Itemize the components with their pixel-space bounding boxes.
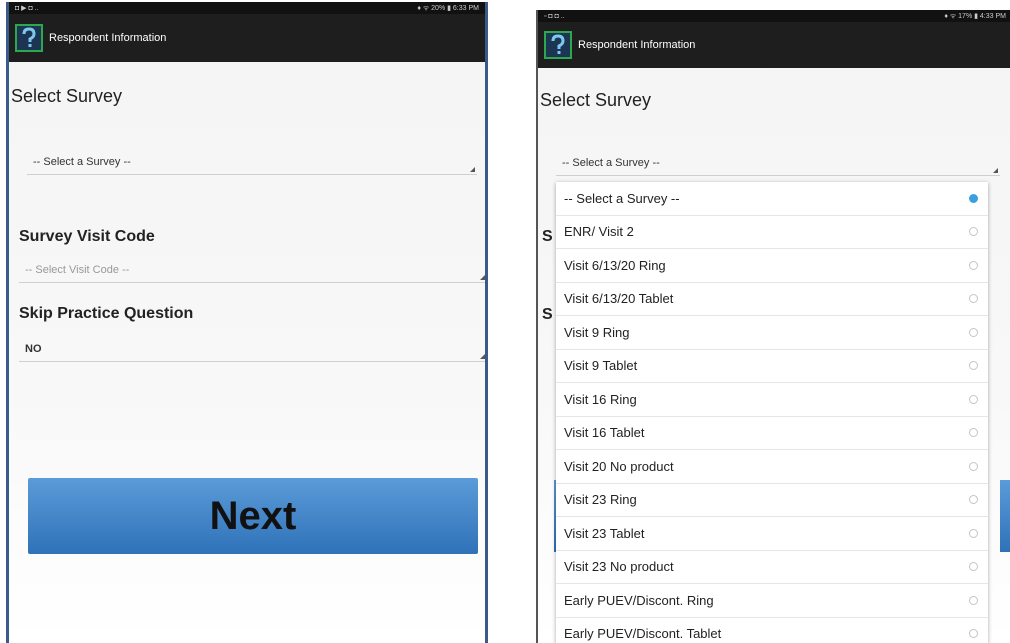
spinner-corner-icon <box>993 168 998 173</box>
dropdown-option[interactable]: Visit 6/13/20 Ring <box>556 249 988 283</box>
status-icons-right: ♦ ᯤ 20% ▮ 6:33 PM <box>417 4 479 12</box>
select-survey-title: Select Survey <box>11 86 123 106</box>
next-button[interactable]: Next <box>28 478 478 554</box>
dropdown-option[interactable]: Visit 20 No product <box>556 450 988 484</box>
dropdown-option[interactable]: Visit 9 Ring <box>556 316 988 350</box>
dropdown-option[interactable]: Visit 9 Tablet <box>556 350 988 383</box>
dropdown-option[interactable]: Visit 16 Ring <box>556 383 988 417</box>
app-bar: Respondent Information <box>9 14 485 62</box>
visit-code-label: Survey Visit Code <box>19 228 155 245</box>
survey-spinner-value: -- Select a Survey -- <box>562 157 660 169</box>
radio-selected-icon <box>969 193 978 203</box>
radio-icon <box>969 495 978 505</box>
survey-spinner[interactable]: -- Select a Survey -- <box>556 151 1000 176</box>
dropdown-option[interactable]: ENR/ Visit 2 <box>556 216 988 249</box>
next-button-peek <box>1000 480 1010 552</box>
dropdown-option[interactable]: Visit 23 No product <box>556 551 988 584</box>
question-mark-logo-icon <box>544 31 572 59</box>
survey-spinner-value: -- Select a Survey -- <box>33 156 131 168</box>
dropdown-option[interactable]: Early PUEV/Discont. Ring <box>556 584 988 618</box>
radio-icon <box>969 227 978 237</box>
spinner-corner-icon <box>480 354 485 359</box>
radio-icon <box>969 294 978 304</box>
survey-spinner[interactable]: -- Select a Survey -- <box>27 150 477 175</box>
radio-icon <box>969 562 978 572</box>
radio-icon <box>969 428 978 438</box>
radio-icon <box>969 461 978 471</box>
next-button-label: Next <box>209 493 297 538</box>
radio-icon <box>969 629 978 639</box>
dropdown-option[interactable]: Visit 23 Tablet <box>556 517 988 551</box>
status-bar: ▫ ◘ ◘ .. ♦ ᯤ 17% ▮ 4:33 PM <box>538 10 1010 22</box>
question-mark-logo-icon <box>15 24 43 52</box>
radio-icon <box>969 595 978 605</box>
visit-code-spinner[interactable]: -- Select Visit Code -- <box>19 258 485 283</box>
visit-code-placeholder: -- Select Visit Code -- <box>25 264 130 276</box>
status-icons-right: ♦ ᯤ 17% ▮ 4:33 PM <box>944 12 1006 20</box>
skip-practice-label: Skip Practice Question <box>19 305 194 322</box>
skip-practice-spinner[interactable]: NO <box>19 337 485 362</box>
right-screen: ▫ ◘ ◘ .. ♦ ᯤ 17% ▮ 4:33 PM Respondent In… <box>536 10 1010 643</box>
radio-icon <box>969 327 978 337</box>
app-title: Respondent Information <box>49 32 167 44</box>
dropdown-option[interactable]: Early PUEV/Discont. Tablet <box>556 618 988 643</box>
dropdown-option[interactable]: Visit 23 Ring <box>556 484 988 517</box>
select-survey-title: Select Survey <box>540 90 652 110</box>
spinner-corner-icon <box>480 275 485 280</box>
dropdown-option[interactable]: Visit 16 Tablet <box>556 417 988 450</box>
skip-practice-label-peek: S <box>542 306 553 323</box>
status-icons-left: ◘ ▶ ◘ .. <box>15 5 39 12</box>
visit-code-label-peek: S <box>542 228 553 245</box>
survey-dropdown-list[interactable]: -- Select a Survey -- ENR/ Visit 2 Visit… <box>556 182 988 643</box>
radio-icon <box>969 260 978 270</box>
dropdown-option[interactable]: Visit 6/13/20 Tablet <box>556 283 988 316</box>
radio-icon <box>969 528 978 538</box>
status-bar: ◘ ▶ ◘ .. ♦ ᯤ 20% ▮ 6:33 PM <box>9 2 485 14</box>
skip-practice-value: NO <box>25 343 42 355</box>
status-icons-left: ▫ ◘ ◘ .. <box>544 12 565 20</box>
dropdown-option[interactable]: -- Select a Survey -- <box>556 182 988 216</box>
app-title: Respondent Information <box>578 39 696 51</box>
app-bar: Respondent Information <box>538 22 1010 68</box>
radio-icon <box>969 361 978 371</box>
radio-icon <box>969 394 978 404</box>
left-screen: ◘ ▶ ◘ .. ♦ ᯤ 20% ▮ 6:33 PM Respondent In… <box>6 2 488 643</box>
spinner-corner-icon <box>470 167 475 172</box>
